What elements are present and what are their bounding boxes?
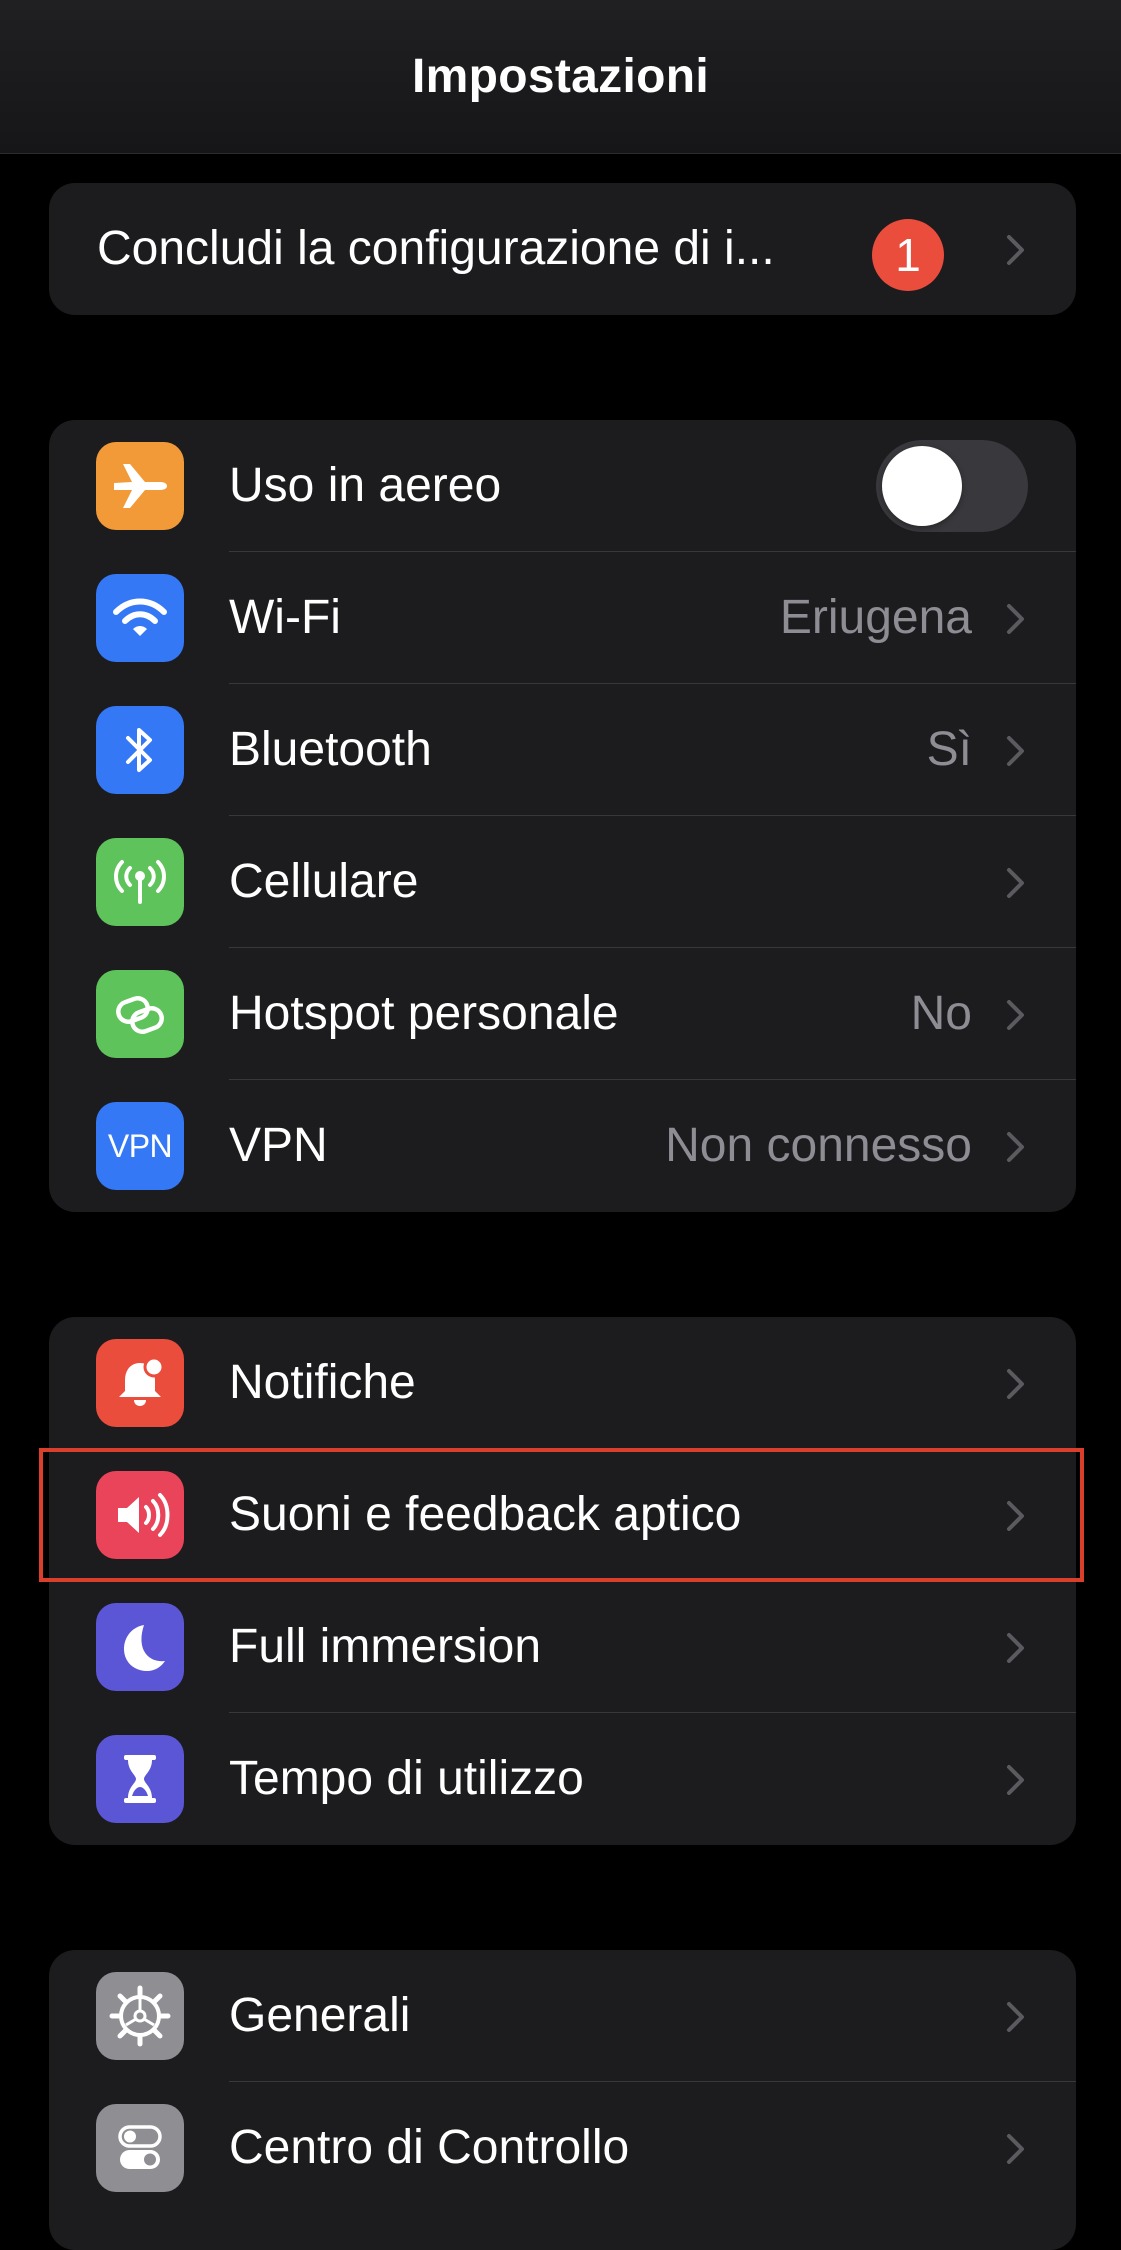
control-center-label: Centro di Controllo: [229, 2121, 630, 2174]
toggle-knob: [882, 446, 962, 526]
setup-group: Concludi la configurazione di i... 1: [49, 183, 1076, 315]
antenna-icon: [96, 838, 184, 926]
chevron-right-icon: [1007, 604, 1024, 634]
airplane-label: Uso in aereo: [229, 459, 502, 512]
settings-row-cellular[interactable]: Cellulare: [49, 816, 1076, 948]
airplane-icon: [96, 442, 184, 530]
bluetooth-label: Bluetooth: [229, 723, 432, 776]
hotspot-label: Hotspot personale: [229, 987, 619, 1040]
general-label: Generali: [229, 1989, 411, 2042]
finish-setup-label: Concludi la configurazione di i...: [97, 222, 775, 275]
chevron-right-icon: [1007, 1132, 1024, 1162]
airplane-toggle[interactable]: [876, 440, 1028, 532]
gear-icon: [96, 1972, 184, 2060]
wifi-icon: [96, 574, 184, 662]
vpn-label: VPN: [229, 1119, 328, 1172]
vpn-icon-text: VPN: [107, 1127, 173, 1164]
settings-row-screen-time[interactable]: Tempo di utilizzo: [49, 1713, 1076, 1845]
settings-row-focus[interactable]: Full immersion: [49, 1581, 1076, 1713]
settings-row-notifications[interactable]: Notifiche: [49, 1317, 1076, 1449]
chevron-right-icon: [1007, 1369, 1024, 1399]
notifications-group: Notifiche Suoni e feedback aptico Full i…: [49, 1317, 1076, 1845]
notifications-label: Notifiche: [229, 1356, 416, 1409]
settings-row-vpn[interactable]: VPN VPN Non connesso: [49, 1080, 1076, 1212]
settings-row-wifi[interactable]: Wi-Fi Eriugena: [49, 552, 1076, 684]
chevron-right-icon: [1007, 1765, 1024, 1795]
hotspot-value: No: [910, 987, 972, 1040]
chevron-right-icon: [1007, 736, 1024, 766]
screen-time-label: Tempo di utilizzo: [229, 1752, 584, 1805]
page-title: Impostazioni: [412, 50, 709, 103]
vpn-status-value: Non connesso: [665, 1119, 972, 1172]
chevron-right-icon: [1007, 2002, 1024, 2032]
chevron-right-icon: [1007, 2134, 1024, 2164]
hourglass-icon: [96, 1735, 184, 1823]
wifi-label: Wi-Fi: [229, 591, 341, 644]
bell-icon: [96, 1339, 184, 1427]
chevron-right-icon: [1007, 868, 1024, 898]
notification-badge: 1: [872, 219, 944, 291]
switches-icon: [96, 2104, 184, 2192]
connectivity-group: Uso in aereo Wi-Fi Eriugena Bluetooth Sì: [49, 420, 1076, 1212]
settings-row-control-center[interactable]: Centro di Controllo: [49, 2082, 1076, 2214]
settings-row-airplane[interactable]: Uso in aereo: [49, 420, 1076, 552]
focus-label: Full immersion: [229, 1620, 542, 1673]
cellular-label: Cellulare: [229, 855, 419, 908]
settings-row-bluetooth[interactable]: Bluetooth Sì: [49, 684, 1076, 816]
navigation-bar: Impostazioni: [0, 0, 1121, 154]
wifi-network-value: Eriugena: [779, 591, 972, 644]
moon-icon: [96, 1603, 184, 1691]
settings-row-general[interactable]: Generali: [49, 1950, 1076, 2082]
hotspot-chain-icon: [96, 970, 184, 1058]
speaker-icon: [96, 1471, 184, 1559]
sounds-label: Suoni e feedback aptico: [229, 1488, 742, 1541]
general-group: Generali Centro di Controllo: [49, 1950, 1076, 2250]
chevron-right-icon: [1007, 1000, 1024, 1030]
vpn-icon: VPN: [96, 1102, 184, 1190]
settings-row-hotspot[interactable]: Hotspot personale No: [49, 948, 1076, 1080]
chevron-right-icon: [1007, 235, 1024, 265]
finish-setup-row[interactable]: Concludi la configurazione di i... 1: [49, 183, 1076, 315]
bluetooth-icon: [96, 706, 184, 794]
chevron-right-icon: [1007, 1501, 1024, 1531]
chevron-right-icon: [1007, 1633, 1024, 1663]
settings-row-sounds[interactable]: Suoni e feedback aptico: [49, 1449, 1076, 1581]
bluetooth-value: Sì: [926, 723, 972, 776]
